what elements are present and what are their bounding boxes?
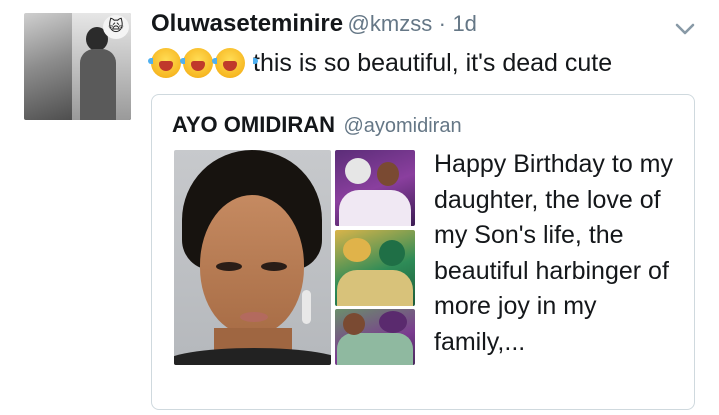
tweet-header: Oluwaseteminire @kmzss · 1d: [151, 10, 477, 38]
quoted-tweet-text: Happy Birthday to my daughter, the love …: [434, 150, 673, 356]
quoted-photo-thumbnail-3[interactable]: [335, 309, 415, 365]
photo-lips: [240, 312, 268, 322]
tears-of-joy-emoji-icon: [212, 48, 258, 78]
thumb-head: [379, 311, 407, 333]
photo-earring: [302, 290, 311, 324]
tweet: 🙀 Oluwaseteminire @kmzss · 1d this is so…: [0, 0, 719, 415]
quoted-photo-thumbnail-2[interactable]: [335, 230, 415, 306]
chevron-down-icon[interactable]: [672, 16, 698, 42]
avatar-figure: [80, 49, 116, 120]
quoted-tweet-header: AYO OMIDIRAN @ayomidiran: [172, 112, 462, 138]
thumb-head: [345, 158, 371, 184]
photo-shoulder: [174, 348, 331, 365]
tears-of-joy-emoji-icon: [180, 48, 226, 78]
user-avatar[interactable]: 🙀: [24, 13, 131, 120]
cat-emoji-icon: 🙀: [103, 15, 129, 39]
display-name[interactable]: Oluwaseteminire: [151, 10, 343, 37]
thumb-head: [343, 313, 365, 335]
tweet-timestamp[interactable]: 1d: [452, 11, 476, 36]
user-handle[interactable]: @kmzss: [348, 11, 433, 36]
thumb-head: [377, 162, 399, 186]
quoted-photo-main[interactable]: [174, 150, 331, 365]
photo-eye-left: [216, 262, 242, 271]
tears-of-joy-emoji-icon: [148, 48, 194, 78]
thumb-bodies: [339, 190, 411, 226]
thumb-bodies: [337, 333, 413, 365]
quoted-photo-thumbnail-1[interactable]: [335, 150, 415, 226]
quoted-display-name[interactable]: AYO OMIDIRAN: [172, 112, 335, 137]
quoted-user-handle[interactable]: @ayomidiran: [343, 115, 461, 137]
thumb-head: [379, 240, 405, 266]
quoted-tweet-card[interactable]: AYO OMIDIRAN @ayomidiran Happy Birthday …: [151, 94, 695, 410]
tweet-text: this is so beautiful, it's dead cute: [148, 48, 613, 78]
separator-dot: ·: [438, 11, 446, 36]
thumb-head: [343, 238, 371, 262]
photo-eye-right: [261, 262, 287, 271]
thumb-bodies: [337, 270, 413, 306]
tweet-body: this is so beautiful, it's dead cute: [253, 48, 613, 77]
